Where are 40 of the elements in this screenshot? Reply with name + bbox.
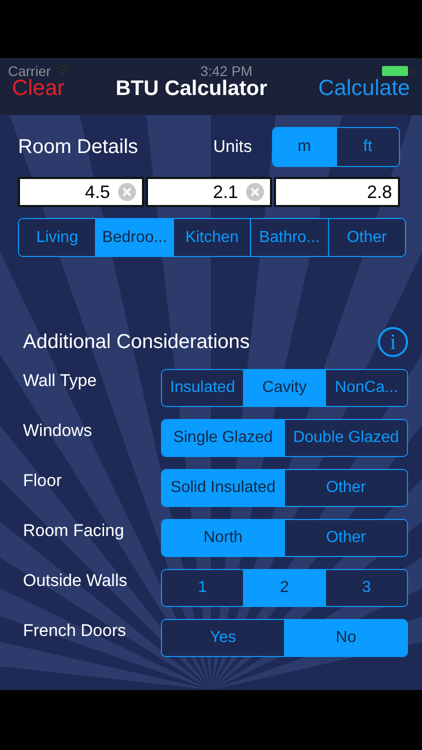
- segment-option[interactable]: Cavity: [243, 370, 325, 406]
- segment-option[interactable]: 1: [162, 570, 243, 606]
- segment-option[interactable]: No: [284, 620, 407, 656]
- segment-option[interactable]: Other: [328, 219, 405, 256]
- segment-option[interactable]: 2: [243, 570, 325, 606]
- section-title: Additional Considerations: [23, 330, 250, 354]
- segment-option[interactable]: NonCa...: [325, 370, 407, 406]
- segment-option[interactable]: Bathro...: [250, 219, 328, 256]
- status-time: 3:42 PM: [200, 63, 252, 79]
- battery-icon: [382, 65, 416, 77]
- segment-option[interactable]: Bedroo...: [95, 219, 173, 256]
- segment-option[interactable]: Yes: [162, 620, 284, 656]
- dimension-field[interactable]: 4.5: [18, 177, 144, 207]
- segment-option[interactable]: m: [273, 128, 336, 166]
- segment-option[interactable]: ft: [336, 128, 399, 166]
- segment-option[interactable]: Other: [284, 520, 407, 556]
- option-label: Floor: [23, 471, 62, 491]
- segment-option[interactable]: Double Glazed: [284, 420, 407, 456]
- screen-title: BTU Calculator: [116, 77, 268, 101]
- section-title: Room Details: [18, 136, 138, 158]
- segment-option[interactable]: Single Glazed: [162, 420, 284, 456]
- option-label: Room Facing: [23, 521, 124, 541]
- option-label: Wall Type: [23, 371, 97, 391]
- option-label: Outside Walls: [23, 571, 128, 591]
- info-button[interactable]: i: [378, 327, 408, 357]
- option-label: French Doors: [23, 621, 126, 641]
- segment-option[interactable]: Solid Insulated: [162, 470, 284, 506]
- calculate-button[interactable]: Calculate: [318, 75, 410, 101]
- segment-option[interactable]: Other: [284, 470, 407, 506]
- clear-icon[interactable]: [246, 183, 264, 201]
- segment-option[interactable]: North: [162, 520, 284, 556]
- dimension-field[interactable]: 2.1: [146, 177, 272, 207]
- segment-option[interactable]: 3: [325, 570, 407, 606]
- option-label: Windows: [23, 421, 92, 441]
- segment-option[interactable]: Kitchen: [172, 219, 250, 256]
- segment-option[interactable]: Living: [19, 219, 96, 256]
- clear-icon[interactable]: [118, 183, 136, 201]
- segment-option[interactable]: Insulated: [162, 370, 243, 406]
- dimension-field[interactable]: 2.8: [274, 177, 400, 207]
- units-label: Units: [213, 137, 252, 157]
